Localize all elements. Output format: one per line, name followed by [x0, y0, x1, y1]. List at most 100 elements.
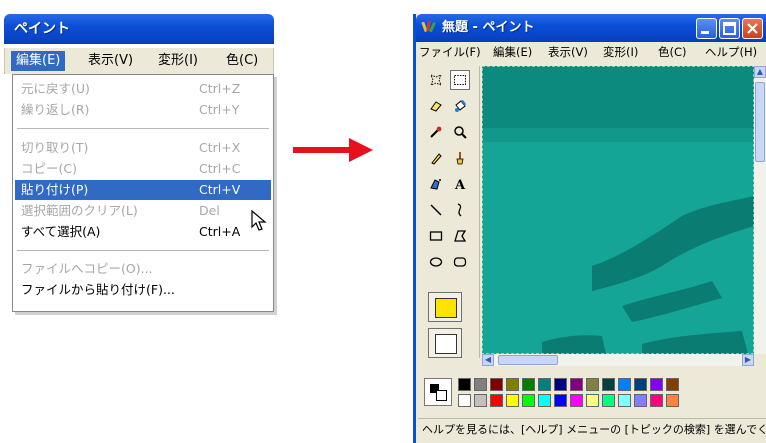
rounded-rect-icon[interactable] — [450, 252, 470, 272]
vertical-scroll-thumb[interactable] — [755, 82, 765, 162]
mouse-cursor-icon — [251, 210, 267, 231]
toolbox: A — [418, 66, 480, 358]
ellipse-icon[interactable] — [426, 252, 446, 272]
color-swatch[interactable] — [474, 378, 487, 391]
color-swatch[interactable] — [458, 378, 471, 391]
color-swatch[interactable] — [506, 378, 519, 391]
menu-item-clear-selection[interactable]: 選択範囲のクリア(L) Del — [15, 201, 271, 221]
color-swatch[interactable] — [538, 378, 551, 391]
color-swatch[interactable] — [570, 378, 583, 391]
magnifier-icon[interactable] — [450, 122, 470, 142]
minimize-button[interactable] — [696, 18, 717, 39]
menu-edit[interactable]: 編集(E) — [493, 42, 532, 62]
color-swatch[interactable] — [602, 378, 615, 391]
curve-icon[interactable] — [450, 200, 470, 220]
color-swatch[interactable] — [522, 378, 535, 391]
close-icon — [747, 23, 758, 34]
color-swatch[interactable] — [570, 394, 583, 407]
horizontal-scrollbar[interactable]: ◀ ▶ — [482, 354, 754, 366]
rectangle-icon[interactable] — [426, 226, 446, 246]
menu-view[interactable]: 表示(V) — [548, 42, 588, 62]
right-arrow-icon — [293, 138, 373, 162]
color-swatch[interactable] — [554, 394, 567, 407]
status-text: ヘルプを見るには、[ヘルプ] メニューの [トピックの検索] を選んでく — [422, 423, 766, 436]
color-swatch[interactable] — [666, 394, 679, 407]
menu-colors[interactable]: 色(C) — [221, 51, 263, 71]
menu-item-select-all[interactable]: すべて選択(A) Ctrl+A — [15, 222, 271, 242]
eyedropper-icon[interactable] — [426, 122, 446, 142]
scroll-up-icon[interactable]: ▲ — [754, 66, 766, 78]
rect-select-icon[interactable] — [450, 70, 470, 90]
close-button[interactable] — [742, 18, 763, 39]
svg-text:A: A — [454, 178, 466, 191]
color-swatch[interactable] — [650, 378, 663, 391]
color-swatch[interactable] — [522, 394, 535, 407]
menu-image[interactable]: 変形(I) — [153, 51, 203, 71]
color-palette — [418, 370, 766, 414]
color-swatch[interactable] — [634, 394, 647, 407]
menu-colors[interactable]: 色(C) — [658, 42, 687, 62]
color-swatch[interactable] — [618, 378, 631, 391]
paint-title-bar: ペイント — [4, 14, 274, 44]
opaque-option[interactable] — [428, 328, 462, 358]
pasted-image — [482, 66, 754, 354]
scroll-right-icon[interactable]: ▶ — [742, 354, 754, 366]
transparent-option-icon — [435, 334, 457, 354]
menu-edit[interactable]: 編集(E) — [11, 51, 66, 71]
polygon-icon[interactable] — [450, 226, 470, 246]
menu-item-paste-from[interactable]: ファイルから貼り付け(F)... — [15, 280, 271, 300]
maximize-button[interactable] — [719, 18, 740, 39]
menubar: ファイル(F) 編集(E) 表示(V) 変形(I) 色(C) ヘルプ(H) — [416, 42, 766, 62]
fill-icon[interactable] — [450, 96, 470, 116]
color-swatch[interactable] — [602, 394, 615, 407]
menu-separator — [17, 128, 269, 129]
vertical-scrollbar[interactable]: ▲ — [754, 66, 766, 354]
color-swatch[interactable] — [474, 394, 487, 407]
color-swatch[interactable] — [634, 378, 647, 391]
menu-item-undo[interactable]: 元に戻す(U) Ctrl+Z — [15, 79, 271, 99]
airbrush-icon[interactable] — [426, 174, 446, 194]
eraser-icon[interactable] — [426, 96, 446, 116]
color-swatch[interactable] — [554, 378, 567, 391]
scroll-left-icon[interactable]: ◀ — [482, 354, 494, 366]
paint-app-icon — [421, 20, 436, 33]
brush-icon[interactable] — [450, 148, 470, 168]
color-swatch[interactable] — [650, 394, 663, 407]
status-bar: ヘルプを見るには、[ヘルプ] メニューの [トピックの検索] を選んでく — [418, 418, 766, 440]
minimize-icon — [701, 31, 709, 34]
maximize-icon — [723, 22, 736, 35]
menu-item-cut[interactable]: 切り取り(T) Ctrl+X — [15, 138, 271, 158]
menu-excerpt: ペイント 編集(E) 表示(V) 変形(I) 色(C) 元に戻す(U) Ctrl+… — [4, 14, 274, 314]
color-swatch[interactable] — [538, 394, 551, 407]
menu-image[interactable]: 変形(I) — [603, 42, 638, 62]
color-swatch[interactable] — [586, 394, 599, 407]
drawing-canvas[interactable] — [482, 66, 754, 354]
menu-item-paste[interactable]: 貼り付け(P) Ctrl+V — [15, 180, 271, 200]
menu-item-redo[interactable]: 繰り返し(R) Ctrl+Y — [15, 100, 271, 120]
menu-separator — [17, 250, 269, 251]
color-swatch[interactable] — [458, 394, 471, 407]
color-swatch[interactable] — [618, 394, 631, 407]
color-swatch[interactable] — [506, 394, 519, 407]
menu-view[interactable]: 表示(V) — [83, 51, 138, 71]
edit-dropdown: 元に戻す(U) Ctrl+Z 繰り返し(R) Ctrl+Y 切り取り(T) Ctrl+… — [12, 74, 274, 312]
transparent-option[interactable] — [428, 292, 462, 322]
current-colors[interactable] — [424, 378, 452, 406]
line-icon[interactable] — [426, 200, 446, 220]
menu-help[interactable]: ヘルプ(H) — [705, 42, 757, 62]
menu-item-copy-to[interactable]: ファイルへコピー(O)... — [15, 259, 271, 279]
opaque-option-icon — [435, 298, 457, 318]
color-swatch[interactable] — [666, 378, 679, 391]
color-swatch[interactable] — [586, 378, 599, 391]
pencil-icon[interactable] — [426, 148, 446, 168]
color-swatch[interactable] — [490, 394, 503, 407]
title-bar: 無題 - ペイント — [416, 14, 766, 42]
paint-window: 無題 - ペイント ファイル(F) 編集(E) 表示(V) 変形(I) 色(C)… — [413, 14, 766, 443]
horizontal-scroll-thumb[interactable] — [498, 355, 558, 365]
menu-file[interactable]: ファイル(F) — [419, 42, 481, 62]
window-title: 無題 - ペイント — [442, 20, 535, 35]
color-swatch[interactable] — [490, 378, 503, 391]
text-icon[interactable]: A — [450, 174, 470, 194]
free-select-icon[interactable] — [426, 70, 446, 90]
menu-item-copy[interactable]: コピー(C) Ctrl+C — [15, 159, 271, 179]
